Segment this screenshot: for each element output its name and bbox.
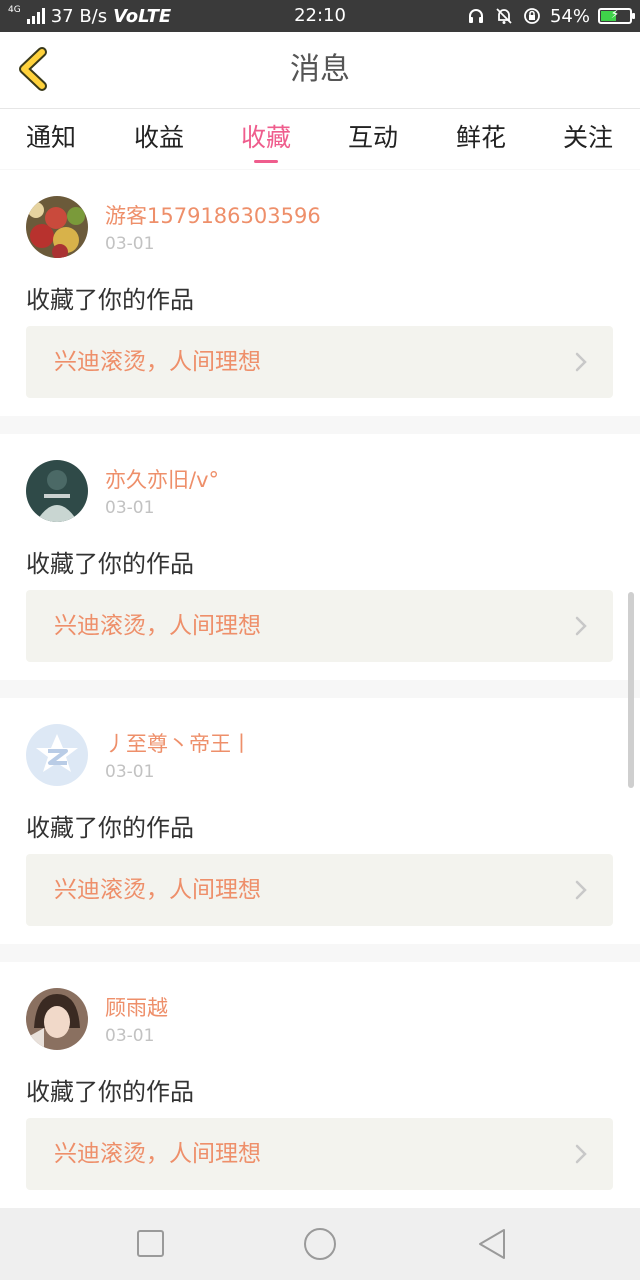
avatar[interactable] <box>26 460 88 522</box>
battery-icon: ⚡ <box>598 7 635 24</box>
tab-bar: 通知 收益 收藏 互动 鲜花 关注 <box>0 109 640 169</box>
work-title: 兴迪滚烫，人间理想 <box>54 613 261 639</box>
back-triangle-icon <box>479 1229 505 1259</box>
chevron-right-icon <box>575 616 587 636</box>
portrait-avatar <box>26 988 88 1050</box>
tab-notifications[interactable]: 通知 <box>6 109 96 169</box>
tab-interactions[interactable]: 互动 <box>328 109 418 169</box>
user-name[interactable]: 顾雨越 <box>105 992 168 1022</box>
tab-label: 鲜花 <box>455 123 506 152</box>
status-bar: 4G 37 B/s VoLTE 22:10 54% ⚡ <box>0 0 640 32</box>
work-link[interactable]: 兴迪滚烫，人间理想 <box>26 854 613 926</box>
battery-percent: 54% <box>549 5 590 27</box>
charging-bolt-icon: ⚡ <box>610 7 620 21</box>
notification-card: 丿至尊丶帝王丨 03-01 收藏了你的作品 兴迪滚烫，人间理想 <box>0 698 640 944</box>
status-right: 54% ⚡ <box>466 0 635 32</box>
page-title: 消息 <box>290 52 350 87</box>
card-date: 03-01 <box>105 1026 155 1046</box>
tab-label: 收藏 <box>240 123 291 152</box>
header: 消息 <box>0 32 640 109</box>
chevron-right-icon <box>575 880 587 900</box>
tab-label: 关注 <box>562 123 613 152</box>
nav-back-button[interactable] <box>472 1226 512 1262</box>
dark-photo-avatar <box>26 460 88 522</box>
avatar[interactable] <box>26 196 88 258</box>
chevron-right-icon <box>575 1144 587 1164</box>
notification-card: 游客1579186303596 03-01 收藏了你的作品 兴迪滚烫，人间理想 <box>0 170 640 416</box>
tab-favorites[interactable]: 收藏 <box>221 109 311 169</box>
chevron-right-icon <box>575 352 587 372</box>
card-date: 03-01 <box>105 234 155 254</box>
work-link[interactable]: 兴迪滚烫，人间理想 <box>26 1118 613 1190</box>
work-title: 兴迪滚烫，人间理想 <box>54 877 261 903</box>
action-text: 收藏了你的作品 <box>26 1078 194 1106</box>
avatar[interactable] <box>26 724 88 786</box>
user-name[interactable]: 丿至尊丶帝王丨 <box>105 728 252 758</box>
mute-bell-icon <box>494 6 514 26</box>
work-title: 兴迪滚烫，人间理想 <box>54 349 261 375</box>
tab-earnings[interactable]: 收益 <box>114 109 204 169</box>
user-name[interactable]: 亦久亦旧/v° <box>105 464 219 494</box>
work-link[interactable]: 兴迪滚烫，人间理想 <box>26 590 613 662</box>
action-text: 收藏了你的作品 <box>26 814 194 842</box>
home-circle-icon <box>304 1228 336 1260</box>
notification-card: 亦久亦旧/v° 03-01 收藏了你的作品 兴迪滚烫，人间理想 <box>0 434 640 680</box>
qzone-default-avatar <box>26 724 88 786</box>
scrollbar[interactable] <box>628 592 634 788</box>
system-nav-bar <box>0 1208 640 1280</box>
card-date: 03-01 <box>105 498 155 518</box>
home-button[interactable] <box>300 1226 340 1262</box>
user-name[interactable]: 游客1579186303596 <box>105 200 321 230</box>
action-text: 收藏了你的作品 <box>26 550 194 578</box>
tab-label: 通知 <box>25 123 76 152</box>
card-date: 03-01 <box>105 762 155 782</box>
tab-label: 互动 <box>347 123 398 152</box>
rotation-lock-icon <box>522 6 542 26</box>
recents-button[interactable] <box>130 1226 170 1262</box>
action-text: 收藏了你的作品 <box>26 286 194 314</box>
tab-flowers[interactable]: 鲜花 <box>436 109 526 169</box>
tab-following[interactable]: 关注 <box>543 109 633 169</box>
headphones-icon <box>466 6 486 26</box>
flowers-avatar <box>26 196 88 258</box>
tab-label: 收益 <box>133 123 184 152</box>
avatar[interactable] <box>26 988 88 1050</box>
work-title: 兴迪滚烫，人间理想 <box>54 1141 261 1167</box>
work-link[interactable]: 兴迪滚烫，人间理想 <box>26 326 613 398</box>
notification-card: 顾雨越 03-01 收藏了你的作品 兴迪滚烫，人间理想 <box>0 962 640 1208</box>
active-tab-indicator <box>254 160 278 163</box>
recents-square-icon <box>137 1230 164 1257</box>
